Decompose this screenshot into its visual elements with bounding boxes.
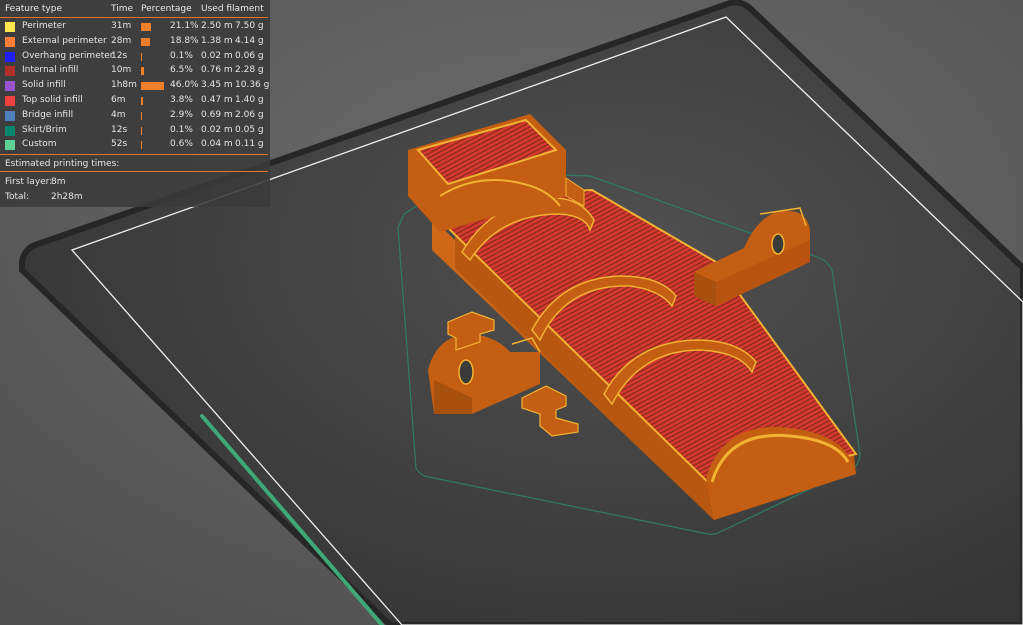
percentage-bar-track: [141, 37, 167, 46]
feature-label: Custom: [22, 139, 57, 150]
feature-weight: 1.40 g: [235, 95, 264, 105]
feature-length: 3.45 m: [201, 80, 233, 91]
feature-length: 0.04 m: [201, 139, 233, 150]
color-swatch: [5, 22, 15, 32]
feature-percentage: 0.1%: [170, 124, 193, 135]
legend-row[interactable]: Bridge infill 4m 2.9% 0.69 m 2.06 g: [0, 109, 270, 123]
feature-time: 31m: [111, 21, 132, 31]
feature-weight: 0.11 g: [235, 139, 264, 150]
percentage-bar: [141, 37, 150, 46]
percentage-bar: [141, 126, 142, 135]
feature-length: 0.76 m: [201, 65, 233, 76]
percentage-bar-track: [141, 23, 167, 31]
feature-time: 10m: [111, 65, 132, 76]
first-layer-label: First layer:: [5, 177, 53, 187]
legend-row[interactable]: Custom 52s 0.6% 0.04 m 0.11 g: [0, 138, 270, 152]
percentage-bar: [141, 23, 151, 31]
feature-weight: 10.36 g: [235, 80, 270, 91]
percentage-bar-track: [141, 111, 167, 120]
color-swatch: [5, 96, 15, 106]
feature-length: 1.38 m: [201, 35, 233, 46]
feature-time: 6m: [111, 95, 126, 105]
feature-label: Skirt/Brim: [22, 124, 67, 135]
color-swatch: [5, 36, 15, 47]
percentage-bar-track: [141, 82, 167, 91]
feature-weight: 7.50 g: [235, 21, 264, 31]
feature-percentage: 0.6%: [170, 139, 193, 150]
percentage-bar-track: [141, 67, 167, 76]
rows-divider: [0, 154, 268, 155]
percentage-bar-track: [141, 126, 167, 135]
feature-percentage: 18.8%: [170, 35, 199, 46]
feature-percentage: 6.5%: [170, 65, 193, 76]
feature-label: Perimeter: [22, 21, 66, 31]
total-time-label: Total:: [5, 192, 30, 202]
percentage-bar-track: [141, 141, 167, 150]
first-layer-value: 8m: [51, 177, 66, 187]
feature-percentage: 3.8%: [170, 95, 193, 105]
feature-time: 12s: [111, 124, 128, 135]
feature-length: 0.47 m: [201, 95, 233, 105]
feature-percentage: 46.0%: [170, 80, 199, 91]
legend-row[interactable]: Perimeter 31m 21.1% 2.50 m 7.50 g: [0, 20, 270, 34]
feature-length: 0.02 m: [201, 50, 233, 61]
feature-weight: 0.06 g: [235, 50, 264, 61]
feature-label: External perimeter: [22, 35, 107, 46]
feature-time: 1h8m: [111, 80, 137, 91]
color-swatch: [5, 125, 15, 136]
feature-percentage: 2.9%: [170, 109, 193, 120]
percentage-bar: [141, 141, 142, 150]
feature-weight: 2.06 g: [235, 109, 264, 120]
color-swatch: [5, 51, 15, 62]
feature-legend-panel: Feature type Time Percentage Used filame…: [0, 0, 270, 207]
header-time: Time: [111, 4, 134, 14]
legend-row[interactable]: External perimeter 28m 18.8% 1.38 m 4.14 g: [0, 35, 270, 49]
feature-label: Bridge infill: [22, 109, 74, 120]
feature-length: 0.02 m: [201, 124, 233, 135]
feature-label: Overhang perimeter: [22, 50, 114, 61]
percentage-bar: [141, 82, 164, 91]
feature-weight: 2.28 g: [235, 65, 264, 76]
feature-length: 0.69 m: [201, 109, 233, 120]
total-time-value: 2h28m: [51, 192, 83, 202]
percentage-bar: [141, 52, 142, 61]
feature-label: Solid infill: [22, 80, 66, 91]
header-divider: [0, 17, 268, 18]
estimated-printing-times-label: Estimated printing times:: [5, 159, 120, 169]
percentage-bar: [141, 97, 143, 105]
color-swatch: [5, 110, 15, 121]
feature-percentage: 0.1%: [170, 50, 193, 61]
feature-length: 2.50 m: [201, 21, 233, 31]
feature-label: Top solid infill: [22, 95, 83, 105]
header-used-filament: Used filament: [201, 4, 264, 14]
legend-row[interactable]: Internal infill 10m 6.5% 0.76 m 2.28 g: [0, 64, 270, 78]
feature-weight: 4.14 g: [235, 35, 264, 46]
legend-row[interactable]: Skirt/Brim 12s 0.1% 0.02 m 0.05 g: [0, 124, 270, 138]
color-swatch: [5, 81, 15, 92]
feature-time: 12s: [111, 50, 128, 61]
legend-row[interactable]: Solid infill 1h8m 46.0% 3.45 m 10.36 g: [0, 79, 270, 93]
color-swatch: [5, 66, 15, 77]
feature-time: 4m: [111, 109, 126, 120]
feature-percentage: 21.1%: [170, 21, 199, 31]
header-percentage: Percentage: [141, 4, 192, 14]
legend-row[interactable]: Overhang perimeter 12s 0.1% 0.02 m 0.06 g: [0, 50, 270, 64]
percentage-bar: [141, 67, 144, 76]
legend-row[interactable]: Top solid infill 6m 3.8% 0.47 m 1.40 g: [0, 94, 270, 108]
feature-time: 28m: [111, 35, 132, 46]
percentage-bar: [141, 111, 142, 120]
feature-weight: 0.05 g: [235, 124, 264, 135]
percentage-bar-track: [141, 97, 167, 105]
color-swatch: [5, 140, 15, 151]
feature-time: 52s: [111, 139, 128, 150]
header-feature-type: Feature type: [5, 4, 62, 14]
percentage-bar-track: [141, 52, 167, 61]
estimated-divider: [0, 171, 268, 172]
feature-label: Internal infill: [22, 65, 79, 76]
